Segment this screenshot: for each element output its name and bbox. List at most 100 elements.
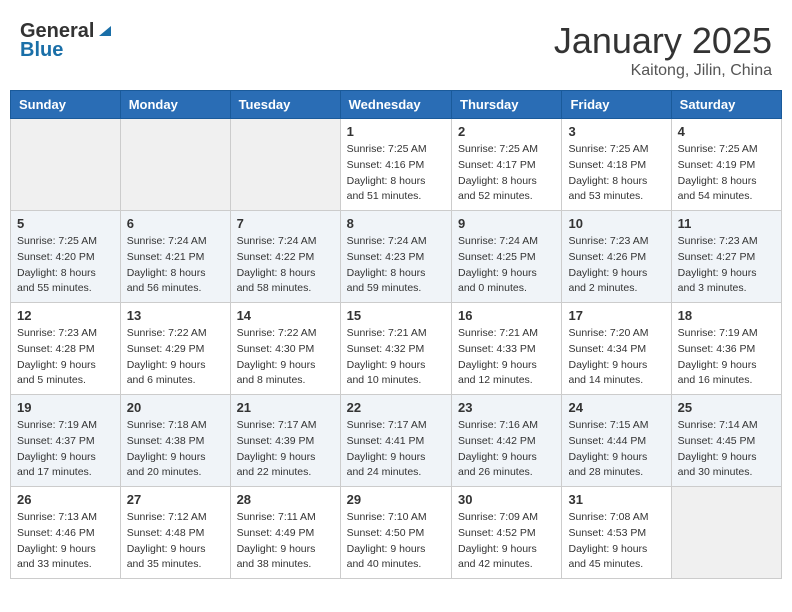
daylight-label: Daylight: 8 hours and 52 minutes. xyxy=(458,175,537,203)
day-number: 3 xyxy=(568,124,664,139)
sunset-label: Sunset: 4:27 PM xyxy=(678,251,756,263)
sunset-label: Sunset: 4:46 PM xyxy=(17,527,95,539)
day-info: Sunrise: 7:22 AM Sunset: 4:29 PM Dayligh… xyxy=(127,326,224,389)
sunset-label: Sunset: 4:39 PM xyxy=(237,435,315,447)
day-info: Sunrise: 7:16 AM Sunset: 4:42 PM Dayligh… xyxy=(458,418,555,481)
sunset-label: Sunset: 4:34 PM xyxy=(568,343,646,355)
calendar-cell: 2 Sunrise: 7:25 AM Sunset: 4:17 PM Dayli… xyxy=(452,119,562,211)
sunset-label: Sunset: 4:16 PM xyxy=(347,159,425,171)
daylight-label: Daylight: 9 hours and 17 minutes. xyxy=(17,451,96,479)
logo-arrow-icon xyxy=(97,22,113,43)
day-info: Sunrise: 7:13 AM Sunset: 4:46 PM Dayligh… xyxy=(17,510,114,573)
day-info: Sunrise: 7:12 AM Sunset: 4:48 PM Dayligh… xyxy=(127,510,224,573)
daylight-label: Daylight: 8 hours and 55 minutes. xyxy=(17,267,96,295)
sunset-label: Sunset: 4:45 PM xyxy=(678,435,756,447)
day-info: Sunrise: 7:19 AM Sunset: 4:37 PM Dayligh… xyxy=(17,418,114,481)
sunrise-label: Sunrise: 7:20 AM xyxy=(568,327,648,339)
daylight-label: Daylight: 8 hours and 53 minutes. xyxy=(568,175,647,203)
sunset-label: Sunset: 4:22 PM xyxy=(237,251,315,263)
sunrise-label: Sunrise: 7:16 AM xyxy=(458,419,538,431)
sunrise-label: Sunrise: 7:24 AM xyxy=(347,235,427,247)
day-number: 12 xyxy=(17,308,114,323)
day-number: 31 xyxy=(568,492,664,507)
day-info: Sunrise: 7:21 AM Sunset: 4:33 PM Dayligh… xyxy=(458,326,555,389)
daylight-label: Daylight: 9 hours and 33 minutes. xyxy=(17,543,96,571)
daylight-label: Daylight: 9 hours and 16 minutes. xyxy=(678,359,757,387)
daylight-label: Daylight: 9 hours and 2 minutes. xyxy=(568,267,647,295)
day-number: 24 xyxy=(568,400,664,415)
daylight-label: Daylight: 9 hours and 26 minutes. xyxy=(458,451,537,479)
calendar-week-row: 5 Sunrise: 7:25 AM Sunset: 4:20 PM Dayli… xyxy=(11,211,782,303)
day-info: Sunrise: 7:20 AM Sunset: 4:34 PM Dayligh… xyxy=(568,326,664,389)
day-info: Sunrise: 7:24 AM Sunset: 4:22 PM Dayligh… xyxy=(237,234,334,297)
calendar-cell: 28 Sunrise: 7:11 AM Sunset: 4:49 PM Dayl… xyxy=(230,487,340,579)
calendar-cell: 3 Sunrise: 7:25 AM Sunset: 4:18 PM Dayli… xyxy=(562,119,671,211)
sunset-label: Sunset: 4:42 PM xyxy=(458,435,536,447)
page-header: General Blue January 2025 Kaitong, Jilin… xyxy=(10,10,782,85)
day-number: 20 xyxy=(127,400,224,415)
calendar-cell: 6 Sunrise: 7:24 AM Sunset: 4:21 PM Dayli… xyxy=(120,211,230,303)
day-info: Sunrise: 7:25 AM Sunset: 4:16 PM Dayligh… xyxy=(347,142,445,205)
sunset-label: Sunset: 4:23 PM xyxy=(347,251,425,263)
sunrise-label: Sunrise: 7:15 AM xyxy=(568,419,648,431)
daylight-label: Daylight: 9 hours and 45 minutes. xyxy=(568,543,647,571)
day-info: Sunrise: 7:21 AM Sunset: 4:32 PM Dayligh… xyxy=(347,326,445,389)
day-info: Sunrise: 7:19 AM Sunset: 4:36 PM Dayligh… xyxy=(678,326,775,389)
sunset-label: Sunset: 4:33 PM xyxy=(458,343,536,355)
sunrise-label: Sunrise: 7:10 AM xyxy=(347,511,427,523)
sunset-label: Sunset: 4:52 PM xyxy=(458,527,536,539)
sunset-label: Sunset: 4:37 PM xyxy=(17,435,95,447)
day-info: Sunrise: 7:24 AM Sunset: 4:25 PM Dayligh… xyxy=(458,234,555,297)
calendar-cell: 12 Sunrise: 7:23 AM Sunset: 4:28 PM Dayl… xyxy=(11,303,121,395)
day-number: 16 xyxy=(458,308,555,323)
sunrise-label: Sunrise: 7:17 AM xyxy=(347,419,427,431)
day-number: 9 xyxy=(458,216,555,231)
sunrise-label: Sunrise: 7:17 AM xyxy=(237,419,317,431)
sunrise-label: Sunrise: 7:24 AM xyxy=(127,235,207,247)
day-info: Sunrise: 7:25 AM Sunset: 4:20 PM Dayligh… xyxy=(17,234,114,297)
calendar-cell: 27 Sunrise: 7:12 AM Sunset: 4:48 PM Dayl… xyxy=(120,487,230,579)
sunrise-label: Sunrise: 7:12 AM xyxy=(127,511,207,523)
sunrise-label: Sunrise: 7:13 AM xyxy=(17,511,97,523)
location: Kaitong, Jilin, China xyxy=(554,62,772,80)
day-info: Sunrise: 7:08 AM Sunset: 4:53 PM Dayligh… xyxy=(568,510,664,573)
calendar-cell: 30 Sunrise: 7:09 AM Sunset: 4:52 PM Dayl… xyxy=(452,487,562,579)
sunset-label: Sunset: 4:19 PM xyxy=(678,159,756,171)
day-number: 8 xyxy=(347,216,445,231)
sunset-label: Sunset: 4:44 PM xyxy=(568,435,646,447)
sunset-label: Sunset: 4:18 PM xyxy=(568,159,646,171)
day-number: 15 xyxy=(347,308,445,323)
day-info: Sunrise: 7:18 AM Sunset: 4:38 PM Dayligh… xyxy=(127,418,224,481)
title-section: January 2025 Kaitong, Jilin, China xyxy=(554,20,772,80)
calendar-cell: 10 Sunrise: 7:23 AM Sunset: 4:26 PM Dayl… xyxy=(562,211,671,303)
day-info: Sunrise: 7:11 AM Sunset: 4:49 PM Dayligh… xyxy=(237,510,334,573)
calendar-cell: 29 Sunrise: 7:10 AM Sunset: 4:50 PM Dayl… xyxy=(340,487,451,579)
sunset-label: Sunset: 4:20 PM xyxy=(17,251,95,263)
weekday-header-tuesday: Tuesday xyxy=(230,91,340,119)
sunset-label: Sunset: 4:41 PM xyxy=(347,435,425,447)
daylight-label: Daylight: 9 hours and 10 minutes. xyxy=(347,359,426,387)
day-number: 26 xyxy=(17,492,114,507)
daylight-label: Daylight: 9 hours and 28 minutes. xyxy=(568,451,647,479)
day-number: 28 xyxy=(237,492,334,507)
calendar-cell: 22 Sunrise: 7:17 AM Sunset: 4:41 PM Dayl… xyxy=(340,395,451,487)
sunrise-label: Sunrise: 7:08 AM xyxy=(568,511,648,523)
sunset-label: Sunset: 4:21 PM xyxy=(127,251,205,263)
calendar-cell: 21 Sunrise: 7:17 AM Sunset: 4:39 PM Dayl… xyxy=(230,395,340,487)
calendar-cell: 14 Sunrise: 7:22 AM Sunset: 4:30 PM Dayl… xyxy=(230,303,340,395)
day-info: Sunrise: 7:24 AM Sunset: 4:21 PM Dayligh… xyxy=(127,234,224,297)
daylight-label: Daylight: 9 hours and 38 minutes. xyxy=(237,543,316,571)
calendar-cell: 16 Sunrise: 7:21 AM Sunset: 4:33 PM Dayl… xyxy=(452,303,562,395)
sunset-label: Sunset: 4:53 PM xyxy=(568,527,646,539)
sunrise-label: Sunrise: 7:24 AM xyxy=(458,235,538,247)
daylight-label: Daylight: 9 hours and 0 minutes. xyxy=(458,267,537,295)
weekday-header-friday: Friday xyxy=(562,91,671,119)
sunset-label: Sunset: 4:48 PM xyxy=(127,527,205,539)
day-number: 27 xyxy=(127,492,224,507)
sunrise-label: Sunrise: 7:24 AM xyxy=(237,235,317,247)
sunset-label: Sunset: 4:29 PM xyxy=(127,343,205,355)
daylight-label: Daylight: 9 hours and 20 minutes. xyxy=(127,451,206,479)
sunrise-label: Sunrise: 7:19 AM xyxy=(17,419,97,431)
daylight-label: Daylight: 9 hours and 8 minutes. xyxy=(237,359,316,387)
day-info: Sunrise: 7:23 AM Sunset: 4:26 PM Dayligh… xyxy=(568,234,664,297)
